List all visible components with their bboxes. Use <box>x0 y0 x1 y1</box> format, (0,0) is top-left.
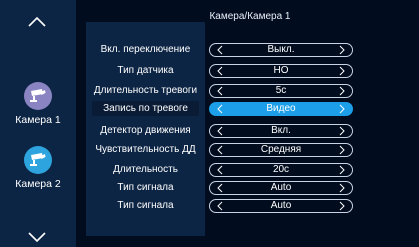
setting-value-selector[interactable]: 5с <box>209 84 353 98</box>
setting-label: Чувствительность ДД <box>95 144 196 155</box>
scroll-down-arrow-icon[interactable] <box>27 231 47 243</box>
setting-label: Вкл. переключение <box>100 44 191 55</box>
chevron-right-icon[interactable] <box>338 66 346 76</box>
sidebar-item-camera-1[interactable]: Камера 1 <box>0 82 76 126</box>
setting-value: 5с <box>275 85 287 96</box>
chevron-right-icon[interactable] <box>338 165 346 175</box>
setting-value-selector[interactable]: Выкл. <box>209 43 353 57</box>
sidebar-item-label: Камера 1 <box>15 114 61 126</box>
setting-label-selected: Запись по тревоге <box>92 101 199 116</box>
setting-label: Длительность тревоги <box>93 85 198 96</box>
setting-value-selector[interactable]: Auto <box>209 181 353 195</box>
setting-value: НО <box>273 65 289 76</box>
setting-value-selector[interactable]: Средняя <box>209 143 353 157</box>
chevron-right-icon[interactable] <box>338 45 346 55</box>
setting-value: Auto <box>270 182 292 193</box>
setting-value: Видео <box>266 103 296 114</box>
setting-value: Вкл. <box>271 125 291 136</box>
setting-value-selector[interactable]: Auto <box>209 199 353 213</box>
cctv-camera-icon <box>24 146 52 174</box>
chevron-right-icon[interactable] <box>338 145 346 155</box>
setting-value: 20с <box>272 164 290 175</box>
page-title: Камера/Камера 1 <box>209 11 291 22</box>
chevron-right-icon[interactable] <box>338 183 346 193</box>
setting-label: Тип сигнала <box>117 182 174 193</box>
setting-value-selector[interactable]: Вкл. <box>209 124 353 138</box>
chevron-right-icon[interactable] <box>338 126 346 136</box>
setting-label: Тип сигнала <box>117 200 174 211</box>
chevron-right-icon[interactable] <box>338 104 346 114</box>
chevron-right-icon[interactable] <box>338 201 346 211</box>
setting-value: Выкл. <box>267 44 295 55</box>
scroll-up-arrow-icon[interactable] <box>27 16 47 28</box>
sidebar-item-camera-2[interactable]: Камера 2 <box>0 146 76 190</box>
setting-label: Длительность <box>113 164 178 175</box>
setting-value-selector[interactable]: НО <box>209 64 353 78</box>
setting-value-selector-active[interactable]: Видео <box>209 102 353 116</box>
setting-value: Auto <box>270 200 292 211</box>
cctv-camera-icon <box>24 82 52 110</box>
setting-value: Средняя <box>260 144 302 155</box>
setting-label: Детектор движения <box>100 125 191 136</box>
chevron-right-icon[interactable] <box>338 86 346 96</box>
setting-label: Тип датчика <box>117 65 174 76</box>
sidebar-item-label: Камера 2 <box>15 178 61 190</box>
camera-sidebar: Камера 1 Камера 2 <box>0 0 76 247</box>
setting-value-selector[interactable]: 20с <box>209 163 353 177</box>
